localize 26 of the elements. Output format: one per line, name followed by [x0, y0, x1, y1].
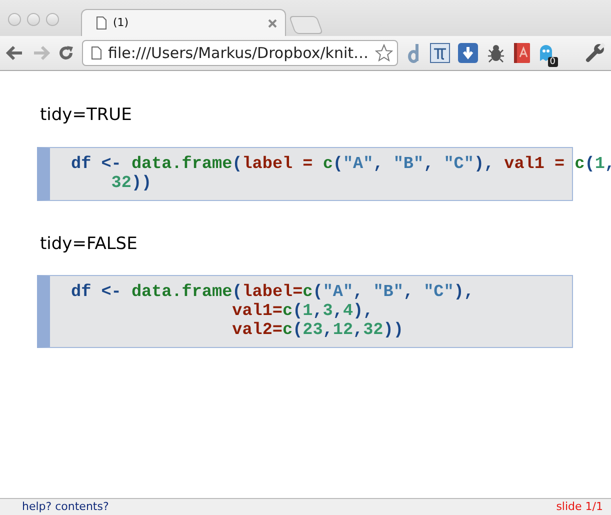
address-bar[interactable]: file:///Users/Markus/Dropbox/knit… — [82, 40, 398, 66]
code-line: df <- data.frame(label = c("A", "B", "C"), val1 = c(1, — [71, 154, 611, 174]
ghost-icon[interactable] — [538, 43, 554, 63]
code-line: val1=c(1,3,4), — [232, 302, 374, 321]
code-line: val2=c(23,12,32)) — [232, 321, 404, 340]
browser-tab[interactable]: (1) — [81, 9, 286, 36]
reload-icon[interactable] — [58, 45, 74, 61]
code-line: df <- data.frame(label=c("A", "B", "C"), — [71, 283, 474, 302]
page-icon — [91, 46, 102, 60]
page-icon — [96, 16, 107, 30]
book-icon[interactable] — [514, 43, 530, 63]
tab-title: (1) — [113, 14, 130, 31]
section-heading: tidy=FALSE — [40, 232, 138, 256]
section-heading: tidy=TRUE — [40, 104, 133, 127]
code-line: 32)) — [111, 174, 152, 192]
wrench-icon[interactable] — [585, 43, 605, 63]
download-icon[interactable] — [458, 43, 478, 63]
help-link[interactable]: help? contents? — [22, 498, 109, 515]
pi-icon[interactable] — [430, 43, 450, 63]
count-badge: 0 — [548, 57, 558, 67]
url-text: file:///Users/Markus/Dropbox/knit… — [108, 42, 369, 64]
bug-icon[interactable] — [486, 43, 506, 63]
close-icon[interactable] — [268, 18, 277, 28]
back-icon[interactable] — [6, 45, 24, 61]
bookmark-star-icon[interactable] — [374, 44, 393, 62]
slide-counter: slide 1/1 — [556, 498, 603, 515]
